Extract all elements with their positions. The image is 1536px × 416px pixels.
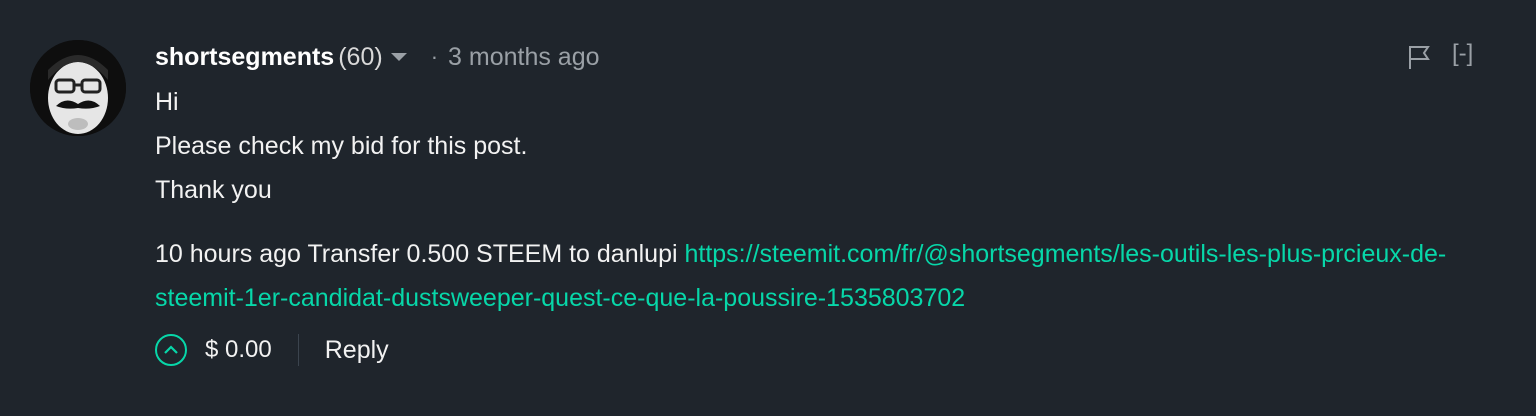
avatar[interactable]	[30, 40, 126, 136]
reply-button[interactable]: Reply	[325, 336, 389, 365]
chevron-down-icon[interactable]	[390, 53, 407, 61]
comment-body: Hi Please check my bid for this post. Th…	[155, 80, 1495, 320]
comment-line: Please check my bid for this post.	[155, 132, 528, 160]
comment-timestamp[interactable]: 3 months ago	[448, 43, 600, 72]
transfer-text: 10 hours ago Transfer 0.500 STEEM to dan…	[155, 240, 685, 268]
collapse-toggle[interactable]: [-]	[1452, 40, 1473, 68]
author-name[interactable]: shortsegments	[155, 43, 334, 72]
transfer-paragraph: 10 hours ago Transfer 0.500 STEEM to dan…	[155, 232, 1495, 320]
comment-line: Hi	[155, 88, 179, 116]
separator-dot: ·	[430, 44, 439, 69]
upvote-icon[interactable]	[155, 334, 187, 366]
comment-header: shortsegments (60) · 3 months ago	[155, 40, 600, 74]
payout-value[interactable]: $ 0.00	[205, 336, 272, 364]
flag-icon[interactable]	[1407, 44, 1431, 75]
comment-footer: $ 0.00 Reply	[155, 332, 389, 368]
author-reputation: (60)	[338, 42, 383, 71]
comment-line: Thank you	[155, 176, 272, 204]
footer-divider	[297, 334, 299, 366]
